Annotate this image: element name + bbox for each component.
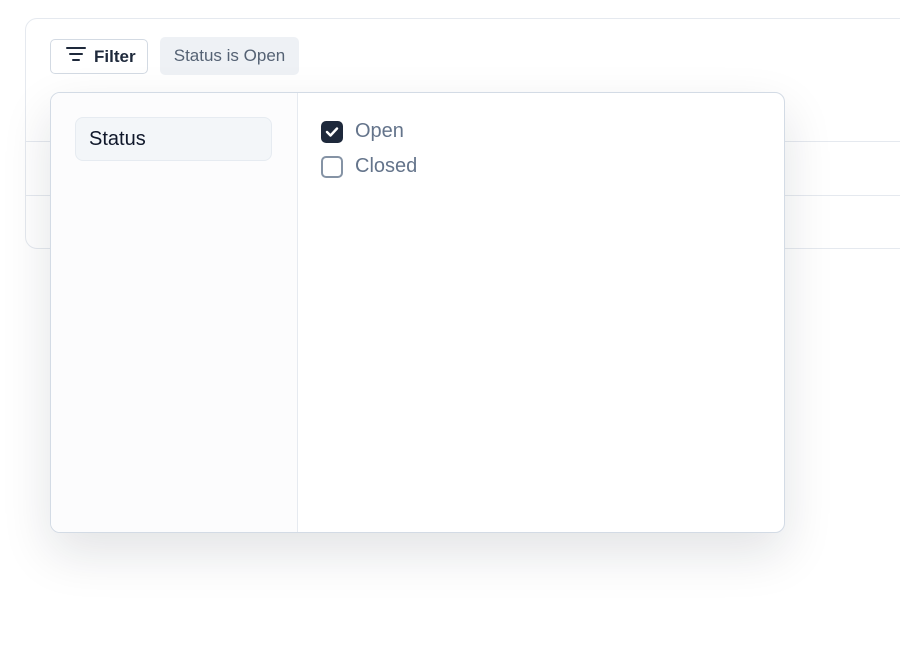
active-filter-chip[interactable]: Status is Open [160, 37, 299, 75]
filter-label: Filter [94, 47, 136, 67]
option-label: Closed [355, 155, 417, 178]
filter-icon [66, 46, 86, 67]
filter-popover: Status Open Closed [50, 92, 785, 533]
checkbox-unchecked-icon[interactable] [321, 156, 343, 178]
filter-button[interactable]: Filter [50, 39, 148, 74]
filter-field-list: Status [51, 93, 298, 532]
option-label: Open [355, 120, 404, 143]
checkbox-checked-icon[interactable] [321, 121, 343, 143]
option-open[interactable]: Open [321, 120, 404, 143]
filter-field-status[interactable]: Status [75, 117, 272, 161]
option-closed[interactable]: Closed [321, 155, 417, 178]
